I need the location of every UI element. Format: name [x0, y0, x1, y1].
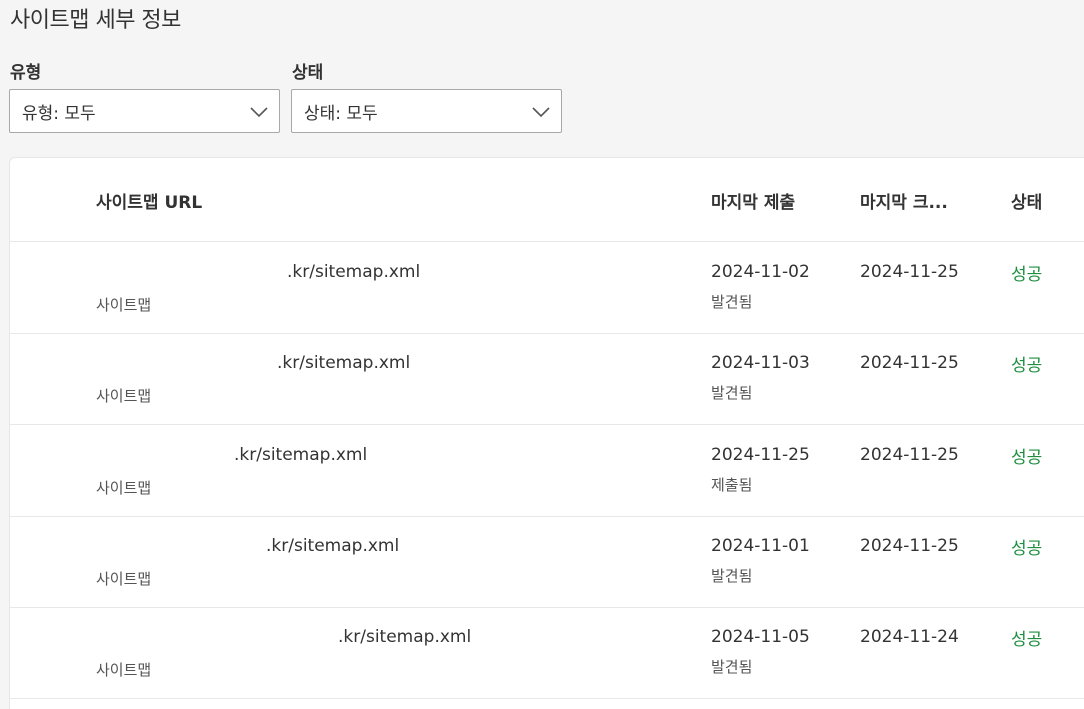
type-filter-select[interactable]: 유형: 모두 [9, 89, 280, 133]
sitemap-table: 사이트맵 URL 마지막 제출 마지막 크... 상태 .kr/sitemap.… [9, 157, 1084, 709]
table-row[interactable]: .kr/sitemap.xml 사이트맵 2024-11-05 발견됨 2024… [10, 607, 1084, 699]
table-row[interactable]: .kr/sitemap.xml 사이트맵 2024-11-03 발견됨 2024… [10, 333, 1084, 425]
sitemap-type: 사이트맵 [96, 661, 152, 679]
last-crawled-date: 2024-11-24 [860, 627, 959, 647]
submit-note: 발견됨 [711, 293, 753, 311]
page-title: 사이트맵 세부 정보 [10, 8, 181, 33]
submit-note: 발견됨 [711, 384, 753, 402]
last-crawled-date: 2024-11-25 [860, 262, 959, 282]
submit-note: 발견됨 [711, 658, 753, 676]
table-row[interactable]: .kr/sitemap.xml 사이트맵 2024-11-01 발견됨 2024… [10, 516, 1084, 608]
type-filter-value: 유형: 모두 [22, 103, 96, 124]
last-submitted-date: 2024-11-02 [711, 262, 810, 282]
status-filter-value: 상태: 모두 [304, 103, 378, 124]
status-filter-select[interactable]: 상태: 모두 [291, 89, 562, 133]
sitemap-type: 사이트맵 [96, 387, 152, 405]
status-filter-label: 상태 [292, 63, 324, 83]
type-filter-label: 유형 [10, 63, 42, 83]
last-submitted-date: 2024-11-25 [711, 445, 810, 465]
sitemap-url[interactable]: .kr/sitemap.xml [277, 353, 410, 373]
sitemap-type: 사이트맵 [96, 479, 152, 497]
sitemap-url[interactable]: .kr/sitemap.xml [287, 262, 420, 282]
chevron-down-icon [250, 107, 268, 118]
column-header-last-crawled[interactable]: 마지막 크... [860, 188, 948, 213]
last-crawled-date: 2024-11-25 [860, 536, 959, 556]
last-submitted-date: 2024-11-03 [711, 353, 810, 373]
table-row[interactable]: .kr/sitemap.xml 사이트맵 2024-11-25 제출됨 2024… [10, 425, 1084, 517]
submit-note: 발견됨 [711, 567, 753, 585]
column-header-last-submitted[interactable]: 마지막 제출 [711, 188, 795, 213]
status-badge: 성공 [1011, 265, 1043, 285]
submit-note: 제출됨 [711, 476, 753, 494]
sitemap-url[interactable]: .kr/sitemap.xml [338, 627, 471, 647]
sitemap-details-page: 사이트맵 세부 정보 유형 유형: 모두 상태 상태: 모두 사이트맵 URL … [0, 0, 1084, 709]
table-header: 사이트맵 URL 마지막 제출 마지막 크... 상태 [10, 158, 1084, 242]
status-badge: 성공 [1011, 448, 1043, 468]
column-header-url[interactable]: 사이트맵 URL [96, 188, 202, 213]
sitemap-type: 사이트맵 [96, 296, 152, 314]
status-badge: 성공 [1011, 630, 1043, 650]
status-badge: 성공 [1011, 539, 1043, 559]
last-submitted-date: 2024-11-01 [711, 536, 810, 556]
status-badge: 성공 [1011, 356, 1043, 376]
table-row[interactable]: .kr/sitemap.xml 사이트맵 2024-11-02 발견됨 2024… [10, 242, 1084, 334]
chevron-down-icon [532, 107, 550, 118]
sitemap-url[interactable]: .kr/sitemap.xml [234, 445, 367, 465]
sitemap-url[interactable]: .kr/sitemap.xml [266, 536, 399, 556]
sitemap-type: 사이트맵 [96, 570, 152, 588]
last-crawled-date: 2024-11-25 [860, 353, 959, 373]
column-header-status[interactable]: 상태 [1011, 188, 1042, 213]
last-submitted-date: 2024-11-05 [711, 627, 810, 647]
last-crawled-date: 2024-11-25 [860, 445, 959, 465]
